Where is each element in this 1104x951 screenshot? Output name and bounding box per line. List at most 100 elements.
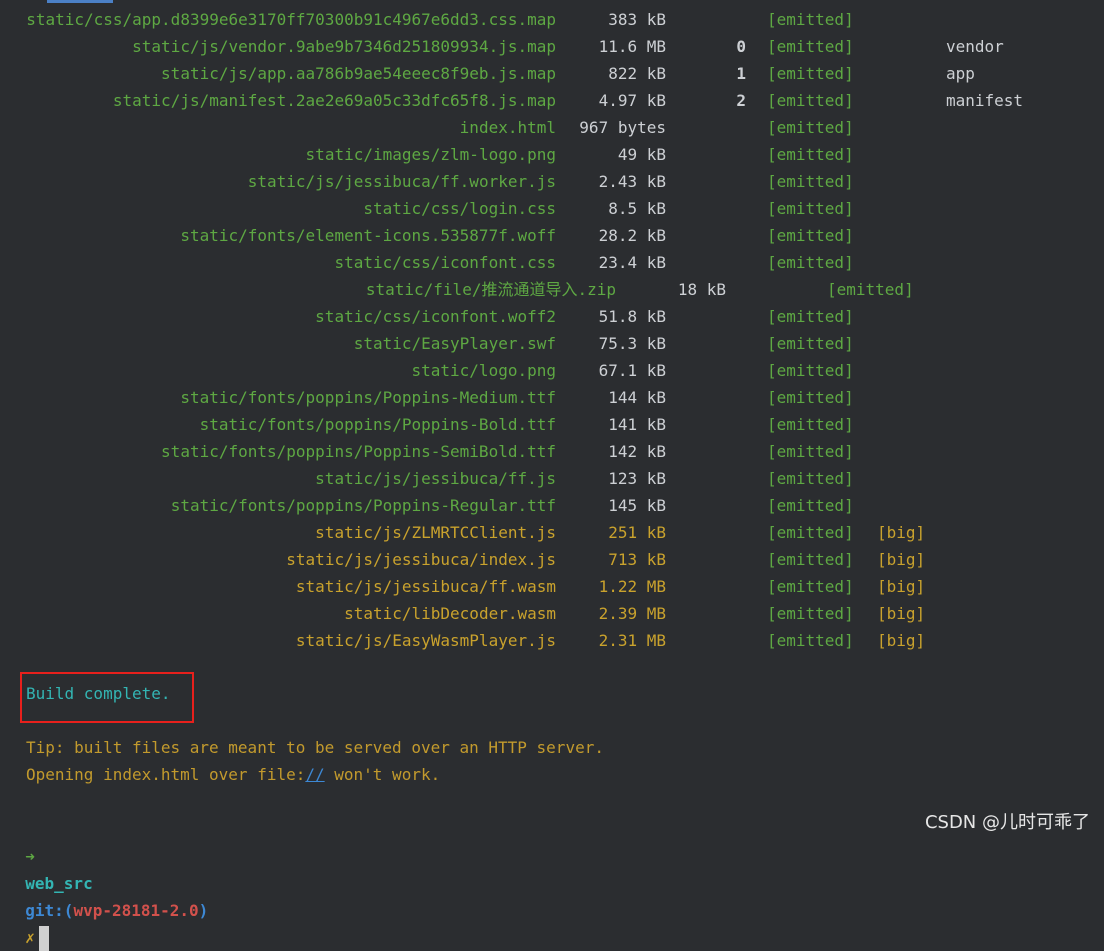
asset-file: static/fonts/poppins/Poppins-SemiBold.tt… (161, 442, 556, 461)
asset-row: static/js/jessibuca/ff.wasm 1.22 MB [emitt… (0, 573, 1104, 600)
asset-row: static/libDecoder.wasm 2.39 MB [emitted] [b… (0, 600, 1104, 627)
asset-big-flag: [big] (877, 631, 926, 650)
tip-line-1: Tip: built files are meant to be served … (26, 738, 604, 757)
watermark: CSDN @儿时可乖了 (924, 812, 1090, 833)
prompt-arrow-icon: ➜ (25, 847, 35, 866)
asset-size: 2.39 MB (598, 604, 666, 623)
asset-status: [emitted] (767, 334, 854, 353)
asset-size: 2.31 MB (598, 631, 666, 650)
asset-status: [emitted] (767, 523, 854, 542)
asset-status: [emitted] (767, 307, 854, 326)
asset-status: [emitted] (767, 253, 854, 272)
asset-size: 141 kB (608, 415, 666, 434)
asset-big-flag: [big] (877, 604, 926, 623)
asset-status: [emitted] (767, 37, 854, 56)
prompt-git-label: git:( (25, 901, 74, 920)
asset-file: static/js/EasyWasmPlayer.js (295, 631, 556, 650)
asset-file: static/file/推流通道导入.zip (365, 280, 616, 299)
asset-status: [emitted] (767, 415, 854, 434)
asset-file: static/fonts/element-icons.535877f.woff (180, 226, 556, 245)
asset-size: 383 kB (608, 10, 666, 29)
tip-line-2-suffix: won't work. (324, 765, 441, 784)
asset-size: 11.6 MB (598, 37, 666, 56)
asset-file: static/js/jessibuca/ff.worker.js (247, 172, 556, 191)
asset-file: static/EasyPlayer.swf (353, 334, 556, 353)
asset-size: 75.3 kB (598, 334, 666, 353)
asset-size: 28.2 kB (598, 226, 666, 245)
asset-file: static/fonts/poppins/Poppins-Bold.ttf (199, 415, 556, 434)
asset-chunk: 2 (736, 91, 746, 110)
asset-size: 67.1 kB (598, 361, 666, 380)
highlight-box (20, 672, 194, 723)
asset-file: static/css/iconfont.css (334, 253, 556, 272)
asset-chunk-name: manifest (946, 91, 1024, 110)
asset-status: [emitted] (767, 199, 854, 218)
asset-file: static/js/manifest.2ae2e69a05c33dfc65f8.… (112, 91, 556, 110)
asset-file: static/js/jessibuca/ff.wasm (295, 577, 556, 596)
asset-file: static/images/zlm-logo.png (305, 145, 556, 164)
asset-status: [emitted] (767, 577, 854, 596)
asset-row: static/css/login.css 8.5 kB [emitted] (0, 195, 1104, 222)
asset-status: [emitted] (827, 280, 914, 299)
asset-big-flag: [big] (877, 550, 926, 569)
active-tab-indicator (47, 0, 113, 3)
asset-size: 1.22 MB (598, 577, 666, 596)
asset-row: static/js/jessibuca/ff.js 123 kB [emitted] (0, 465, 1104, 492)
asset-file: static/fonts/poppins/Poppins-Medium.ttf (180, 388, 556, 407)
asset-row: static/js/jessibuca/index.js 713 kB [emitt… (0, 546, 1104, 573)
asset-row: static/logo.png 67.1 kB [emitted] (0, 357, 1104, 384)
asset-row: static/css/iconfont.woff2 51.8 kB [emitted… (0, 303, 1104, 330)
asset-status: [emitted] (767, 388, 854, 407)
asset-size: 2.43 kB (598, 172, 666, 191)
asset-row: static/fonts/poppins/Poppins-Medium.ttf 1… (0, 384, 1104, 411)
prompt-directory: web_src (25, 874, 93, 893)
asset-row: static/fonts/poppins/Poppins-SemiBold.tt… (0, 438, 1104, 465)
asset-status: [emitted] (767, 361, 854, 380)
tip-line-2-prefix: Opening index.html over file: (26, 765, 306, 784)
asset-row: static/EasyPlayer.swf 75.3 kB [emitted] (0, 330, 1104, 357)
asset-size: 967 bytes (579, 118, 666, 137)
asset-file: static/js/jessibuca/index.js (286, 550, 556, 569)
asset-chunk: 0 (736, 37, 746, 56)
asset-size: 822 kB (608, 64, 666, 83)
asset-big-flag: [big] (877, 577, 926, 596)
asset-row: static/fonts/element-icons.535877f.woff 2… (0, 222, 1104, 249)
terminal-cursor[interactable] (38, 926, 49, 951)
tip-line-2: Opening index.html over file:// won't wo… (26, 761, 440, 788)
asset-size: 23.4 kB (598, 253, 666, 272)
asset-status: [emitted] (767, 631, 854, 650)
asset-file: static/css/iconfont.woff2 (315, 307, 556, 326)
asset-row: static/js/app.aa786b9ae54eeec8f9eb.js.ma… (0, 60, 1104, 87)
asset-file: static/logo.png (411, 361, 557, 380)
asset-status: [emitted] (767, 226, 854, 245)
asset-big-flag: [big] (877, 523, 926, 542)
asset-size: 18 kB (677, 280, 726, 299)
asset-row: static/fonts/poppins/Poppins-Bold.ttf 141… (0, 411, 1104, 438)
asset-size: 713 kB (608, 550, 666, 569)
asset-row: static/images/zlm-logo.png 49 kB [emitted] (0, 141, 1104, 168)
asset-file: static/js/ZLMRTCClient.js (315, 523, 556, 542)
asset-chunk-name: app (946, 64, 975, 83)
asset-file: index.html (459, 118, 556, 137)
dirty-mark-icon: ✗ (25, 928, 35, 947)
asset-status: [emitted] (767, 469, 854, 488)
asset-size: 51.8 kB (598, 307, 666, 326)
asset-status: [emitted] (767, 442, 854, 461)
asset-row: static/js/vendor.9abe9b7346d251809934.js… (0, 33, 1104, 60)
asset-status: [emitted] (767, 118, 854, 137)
asset-file: static/js/app.aa786b9ae54eeec8f9eb.js.ma… (161, 64, 556, 83)
asset-size: 49 kB (617, 145, 666, 164)
asset-row: static/js/jessibuca/ff.worker.js 2.43 kB [… (0, 168, 1104, 195)
terminal-prompt[interactable]: ➜ web_src git:(wvp-28181-2.0) ✗ (6, 816, 208, 951)
asset-status: [emitted] (767, 145, 854, 164)
asset-size: 123 kB (608, 469, 666, 488)
asset-status: [emitted] (767, 550, 854, 569)
prompt-git-close: ) (198, 901, 209, 920)
asset-size: 4.97 kB (598, 91, 666, 110)
file-protocol-link[interactable]: // (305, 765, 324, 784)
asset-file: static/js/jessibuca/ff.js (315, 469, 556, 488)
asset-row: static/css/app.d8399e6e3170ff70300b91c49… (0, 6, 1104, 33)
asset-row: static/js/EasyWasmPlayer.js 2.31 MB [emitt… (0, 627, 1104, 654)
asset-row: index.html 967 bytes [emitted] (0, 114, 1104, 141)
asset-status: [emitted] (767, 604, 854, 623)
